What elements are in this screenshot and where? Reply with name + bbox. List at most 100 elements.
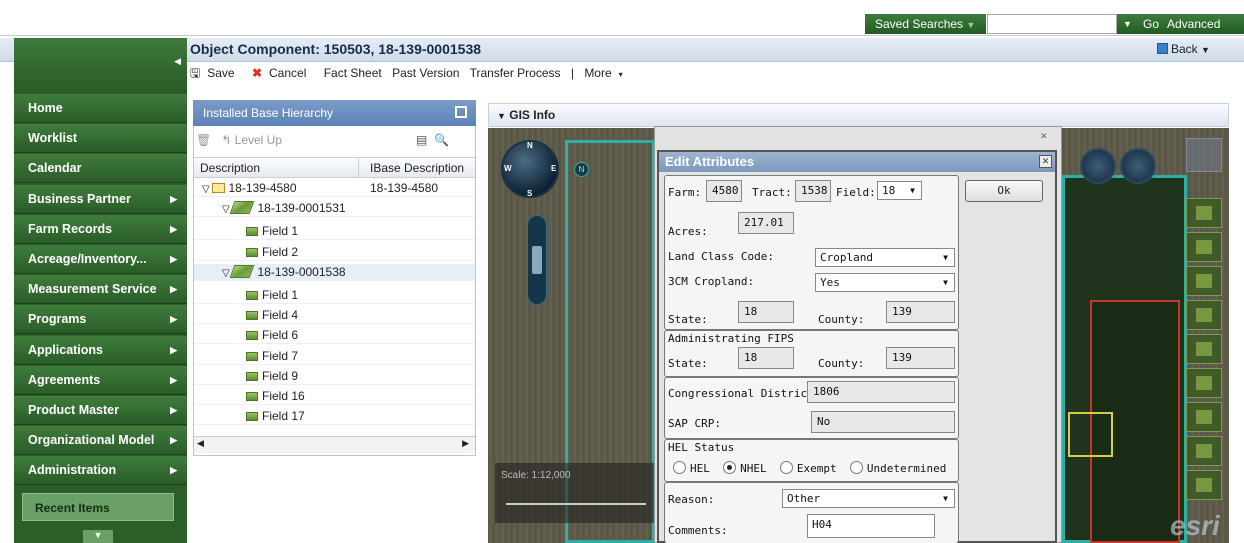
nav-item-product-master[interactable]: Product Master ▶ (14, 396, 187, 425)
acres-field[interactable]: 217.01 (738, 212, 794, 234)
reason-select[interactable]: Other ▼ (782, 489, 955, 508)
close-icon[interactable]: ✕ (1040, 131, 1048, 142)
hierarchy-tools: 🗑 ↰ Level Up ▤ 🔍 (196, 133, 449, 147)
saved-searches-menu[interactable]: Saved Searches ▼ (865, 14, 986, 34)
nav-item-measurement-service[interactable]: Measurement Service ▶ (14, 275, 187, 305)
tree-row-component[interactable]: ▽ 18-139-0001538 (194, 263, 475, 281)
search-dropdown-icon[interactable]: ▼ (1123, 14, 1132, 34)
cropland-value: Yes (820, 276, 840, 289)
draw-polygon-tool-icon[interactable] (1186, 232, 1222, 262)
go-button[interactable]: Go (1143, 14, 1159, 34)
chevron-right-icon: ▶ (170, 374, 177, 385)
county-field[interactable]: 139 (886, 301, 955, 323)
ok-button[interactable]: Ok (965, 180, 1043, 202)
save-button[interactable]: 🖫 Save (190, 66, 242, 80)
tree-row-component[interactable]: ▽ 18-139-0001531 (194, 200, 475, 218)
farm-field[interactable]: 4580 (706, 180, 742, 202)
nav-item-agreements[interactable]: Agreements ▶ (14, 365, 187, 395)
edit-attributes-tool-icon[interactable] (1186, 402, 1222, 432)
search-icon[interactable]: 🔍 (434, 133, 449, 147)
recent-items-toggle-icon[interactable]: ▼ (83, 530, 113, 543)
col-ibase-description[interactable]: IBase Description (370, 158, 464, 178)
pointer-tool-icon[interactable] (1186, 138, 1222, 172)
compass-navigator[interactable]: N S W E (501, 140, 559, 198)
cropland-select[interactable]: Yes ▼ (815, 273, 955, 292)
nav-item-applications[interactable]: Applications ▶ (14, 335, 187, 365)
delete-icon[interactable]: 🗑 (196, 133, 211, 147)
recent-items-button[interactable]: Recent Items (22, 493, 174, 521)
tree-node: Field 17 (246, 408, 305, 425)
scroll-left-icon[interactable]: ◀ (197, 438, 204, 449)
nav-item-organizational-model[interactable]: Organizational Model ▶ (14, 426, 187, 456)
nav-item-calendar[interactable]: Calendar (14, 154, 187, 184)
draw-rectangle-tool-icon[interactable] (1186, 198, 1222, 228)
tree-row-field[interactable]: Field 2 (194, 244, 475, 261)
hel-radio[interactable]: HEL (673, 461, 710, 475)
advanced-search-link[interactable]: Advanced (1167, 14, 1220, 34)
admin-county-field[interactable]: 139 (886, 347, 955, 369)
split-tool-icon[interactable] (1186, 300, 1222, 330)
search-input[interactable] (987, 14, 1117, 34)
congressional-fips-field[interactable]: 1806 (807, 381, 955, 403)
level-up-button[interactable]: ↰ Level Up (221, 133, 282, 147)
measure-tool-icon[interactable] (1186, 368, 1222, 398)
tree-row-field[interactable]: Field 1 (194, 223, 475, 241)
back-button[interactable]: Back ▼ (1157, 42, 1210, 56)
transfer-process-button[interactable]: Transfer Process (470, 66, 561, 80)
export-icon[interactable]: ▤ (416, 133, 427, 147)
nav-item-administration[interactable]: Administration ▶ (14, 456, 187, 486)
undetermined-radio[interactable]: Undetermined (849, 461, 946, 475)
nav-item-programs[interactable]: Programs ▶ (14, 305, 187, 335)
zoom-handle[interactable] (532, 246, 542, 274)
more-menu[interactable]: More ▾ (584, 66, 629, 80)
scroll-right-icon[interactable]: ▶ (462, 438, 469, 449)
refresh-tool-icon[interactable] (1186, 470, 1222, 500)
field-select[interactable]: 18 ▼ (877, 181, 922, 200)
action-toolbar: 🖫 Save ✖ Cancel Fact Sheet Past Version Tr… (190, 64, 637, 86)
layers-icon[interactable] (1080, 148, 1116, 184)
tree-row-field[interactable]: Field 17 (194, 408, 475, 426)
dialog-close-icon[interactable]: ✕ (1039, 155, 1052, 168)
zoom-slider[interactable] (527, 215, 547, 305)
minimize-panel-icon[interactable] (455, 106, 467, 118)
admin-state-field[interactable]: 18 (738, 347, 794, 369)
ibase-description-cell: 18-139-4580 (370, 181, 439, 195)
past-version-button[interactable]: Past Version (392, 66, 459, 80)
nav-item-worklist[interactable]: Worklist (14, 124, 187, 154)
expand-toggle-icon[interactable]: ▽ (202, 184, 212, 195)
col-description[interactable]: Description (200, 158, 260, 178)
north-icon[interactable]: N (574, 162, 589, 177)
tree-row-field[interactable]: Field 7 (194, 348, 475, 365)
nav-item-farm-records[interactable]: Farm Records ▶ (14, 214, 187, 244)
globe-icon[interactable] (1120, 148, 1156, 184)
edit-vertices-tool-icon[interactable] (1186, 266, 1222, 296)
tree-row-field[interactable]: Field 16 (194, 388, 475, 405)
comments-field[interactable]: H04 (807, 514, 935, 538)
nav-item-business-partner[interactable]: Business Partner ▶ (14, 184, 187, 214)
merge-tool-icon[interactable] (1186, 334, 1222, 364)
nav-item-acreage-inventory[interactable]: Acreage/Inventory... ▶ (14, 245, 187, 274)
tree-row-field[interactable]: Field 6 (194, 327, 475, 345)
reshape-tool-icon[interactable] (1186, 436, 1222, 466)
tree-row-field[interactable]: Field 9 (194, 368, 475, 385)
gis-info-header[interactable]: ▼ GIS Info (488, 103, 1229, 127)
state-field[interactable]: 18 (738, 301, 794, 323)
tree-row-root[interactable]: ▽ 18-139-4580 18-139-4580 (194, 180, 475, 197)
exempt-radio[interactable]: Exempt (779, 461, 837, 475)
more-label: More (584, 66, 612, 80)
land-class-select[interactable]: Cropland ▼ (815, 248, 955, 267)
nhel-radio[interactable]: NHEL (723, 461, 767, 475)
cancel-button[interactable]: ✖ Cancel (252, 66, 313, 80)
sap-crp-field[interactable]: No (811, 411, 955, 433)
tract-field[interactable]: 1538 (795, 180, 831, 202)
nav-item-home[interactable]: Home (14, 94, 187, 123)
tree-row-field[interactable]: Field 1 (194, 287, 475, 304)
dropdown-icon: ▼ (943, 494, 948, 503)
compass-e: E (551, 164, 557, 173)
comments-label: Comments: (668, 524, 728, 537)
fact-sheet-button[interactable]: Fact Sheet (324, 66, 382, 80)
tree-row-field[interactable]: Field 4 (194, 307, 475, 325)
field-boundary[interactable] (1068, 412, 1113, 457)
hierarchy-scrollbar[interactable]: ◀ ▶ (194, 436, 475, 453)
collapse-nav-icon[interactable]: ◀ (174, 56, 181, 67)
